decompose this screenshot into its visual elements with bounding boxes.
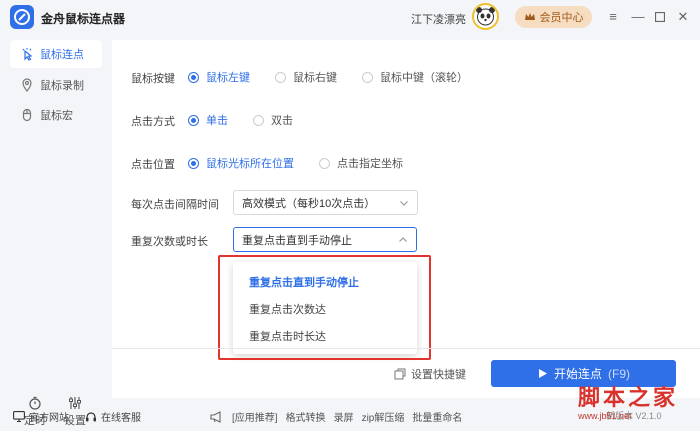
version-label[interactable]: 新版本 V2.1.0	[606, 409, 662, 422]
interval-select[interactable]: 高效模式（每秒10次点击）	[233, 190, 418, 215]
shortcut-label: 设置快捷键	[411, 369, 466, 381]
shortcut-icon	[394, 368, 406, 380]
repeat-select[interactable]: 重复点击直到手动停止	[233, 227, 417, 252]
start-label: 开始连点	[553, 367, 602, 381]
headset-icon	[86, 411, 96, 421]
radio-left-button[interactable]: 鼠标左键	[188, 69, 250, 85]
username[interactable]: 江下凌漂亮	[411, 11, 466, 27]
tool-link-batch-rename[interactable]: 批量重命名	[412, 409, 462, 424]
panda-avatar-icon	[476, 7, 495, 26]
megaphone-icon	[210, 410, 221, 423]
location-pin-icon	[22, 78, 32, 92]
divider	[112, 348, 700, 349]
maximize-icon[interactable]	[651, 8, 669, 26]
radio-middle-button[interactable]: 鼠标中键（滚轮）	[362, 69, 468, 85]
radio-label: 鼠标右键	[293, 72, 337, 84]
interval-value: 高效模式（每秒10次点击）	[242, 197, 376, 210]
sidebar-item-mouse-click[interactable]: 鼠标连点	[10, 40, 102, 68]
mouse-icon	[22, 108, 32, 122]
radio-fixed-coordinate[interactable]: 点击指定坐标	[319, 155, 403, 171]
support-label: 在线客服	[101, 413, 141, 424]
footer: 官方网站 在线客服 [应用推荐] 格式转换 录屏 zip解压缩 批量重命名 新版…	[0, 401, 700, 431]
radio-dot	[188, 157, 199, 169]
radio-dot	[362, 71, 373, 83]
radio-dot	[188, 71, 199, 83]
vip-label: 会员中心	[539, 12, 584, 24]
avatar[interactable]	[472, 3, 499, 30]
chevron-down-icon	[400, 201, 408, 206]
radio-label: 双击	[271, 115, 293, 127]
play-icon	[538, 369, 547, 378]
tools-heading: [应用推荐]	[232, 413, 278, 424]
close-icon[interactable]: ✕	[674, 8, 692, 26]
repeat-value: 重复点击直到手动停止	[242, 234, 352, 247]
minimize-icon[interactable]: —	[629, 8, 647, 26]
official-website-link[interactable]: 官方网站	[13, 409, 69, 424]
online-support-link[interactable]: 在线客服	[85, 409, 141, 424]
radio-label: 鼠标中键（滚轮）	[380, 72, 468, 84]
start-clicking-button[interactable]: 开始连点 (F9)	[491, 360, 676, 387]
crown-icon	[524, 13, 535, 20]
logo-icon	[14, 9, 30, 25]
dropdown-option[interactable]: 重复点击次数达	[249, 301, 326, 317]
title-bar: 金舟鼠标连点器 江下凌漂亮 会员中心 ≡ — ✕	[0, 0, 700, 34]
radio-dot	[253, 114, 264, 126]
tool-link-format-convert[interactable]: 格式转换	[286, 409, 326, 424]
chevron-up-icon	[399, 237, 407, 242]
radio-label: 点击指定坐标	[337, 158, 403, 170]
radio-right-button[interactable]: 鼠标右键	[275, 69, 337, 85]
repeat-dropdown: 重复点击直到手动停止 重复点击次数达 重复点击时长达	[233, 262, 417, 354]
radio-dot	[319, 157, 330, 169]
dropdown-option[interactable]: 重复点击直到手动停止	[249, 274, 359, 290]
radio-label: 单击	[206, 115, 228, 127]
radio-dot	[275, 71, 286, 83]
sidebar-item-mouse-record[interactable]: 鼠标录制	[10, 71, 102, 99]
menu-icon[interactable]: ≡	[604, 8, 622, 26]
website-label: 官方网站	[29, 413, 69, 424]
vip-center-button[interactable]: 会员中心	[515, 6, 592, 28]
repeat-label: 重复次数或时长	[131, 236, 208, 248]
sidebar-item-label: 鼠标连点	[40, 49, 84, 61]
tool-link-screen-record[interactable]: 录屏	[334, 409, 354, 424]
mouse-click-icon	[22, 48, 33, 61]
click-mode-label: 点击方式	[131, 116, 175, 128]
dropdown-option[interactable]: 重复点击时长达	[249, 328, 326, 344]
set-shortcut-button[interactable]: 设置快捷键	[394, 366, 466, 382]
sidebar-item-label: 鼠标录制	[40, 80, 84, 92]
click-position-label: 点击位置	[131, 159, 175, 171]
radio-dot	[188, 114, 199, 126]
monitor-icon	[13, 411, 25, 422]
interval-label: 每次点击间隔时间	[131, 199, 219, 211]
radio-label: 鼠标左键	[206, 72, 250, 84]
sidebar-item-label: 鼠标宏	[40, 110, 73, 122]
mouse-button-label: 鼠标按键	[131, 73, 175, 85]
radio-single-click[interactable]: 单击	[188, 112, 228, 128]
sidebar-item-mouse-macro[interactable]: 鼠标宏	[10, 101, 102, 129]
recommended-tools: [应用推荐] 格式转换 录屏 zip解压缩 批量重命名	[210, 409, 462, 424]
radio-double-click[interactable]: 双击	[253, 112, 293, 128]
tool-link-zip[interactable]: zip解压缩	[362, 409, 405, 424]
sidebar: 鼠标连点 鼠标录制 鼠标宏 定时 设置	[0, 38, 110, 427]
app-title: 金舟鼠标连点器	[41, 12, 126, 26]
radio-cursor-position[interactable]: 鼠标光标所在位置	[188, 155, 294, 171]
radio-label: 鼠标光标所在位置	[206, 158, 294, 170]
start-hotkey: (F9)	[608, 366, 630, 381]
app-logo	[10, 5, 34, 29]
